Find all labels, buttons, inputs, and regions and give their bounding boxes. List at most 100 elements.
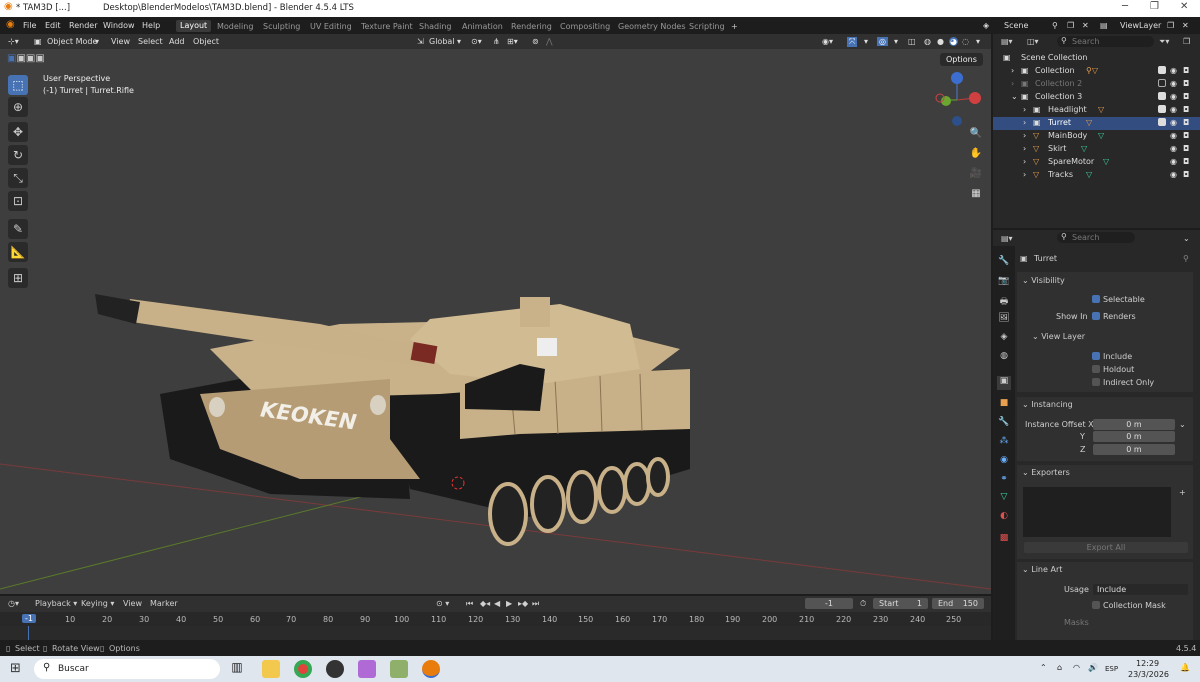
physics-tab-icon[interactable]: ◉ bbox=[997, 455, 1011, 469]
prev-keyframe-icon[interactable]: ◆◂ bbox=[480, 599, 490, 608]
outliner-editor-icon[interactable]: ▤▾ bbox=[1001, 37, 1013, 46]
new-collection-icon[interactable]: ❐ bbox=[1183, 37, 1190, 46]
world-tab-icon[interactable]: ◍ bbox=[997, 351, 1011, 365]
overlay-toggle-icon[interactable]: ◎ bbox=[877, 37, 888, 46]
perspective-toggle-icon[interactable]: ▦ bbox=[968, 188, 984, 204]
properties-search-input[interactable]: ⚲ Search bbox=[1057, 232, 1135, 243]
constraints-tab-icon[interactable]: ⚭ bbox=[997, 474, 1011, 488]
eye-icon[interactable]: ◉ bbox=[1170, 66, 1177, 75]
collection-tab-icon[interactable]: ▣ bbox=[997, 376, 1011, 390]
rendered-shading-icon[interactable]: ◌ bbox=[962, 37, 969, 46]
camera-view-icon[interactable]: 🎥 bbox=[968, 168, 984, 184]
outliner-row-collection[interactable]: › ▣ Collection ⚲▽ ◉ ◘ bbox=[993, 65, 1200, 78]
include-checkbox[interactable] bbox=[1158, 118, 1169, 127]
tab-sculpting[interactable]: Sculpting bbox=[263, 22, 300, 31]
record-icon[interactable]: ⊙ ▾ bbox=[436, 599, 449, 608]
move-tool-icon[interactable]: ✥ bbox=[8, 122, 28, 142]
render-tab-icon[interactable]: 📷 bbox=[997, 276, 1011, 290]
minimize-icon[interactable]: ─ bbox=[1122, 1, 1128, 12]
menu-file[interactable]: File bbox=[23, 21, 36, 30]
select-box-tool-icon[interactable]: ⬚ bbox=[8, 75, 28, 95]
visibility-icon[interactable]: ◉▾ bbox=[822, 37, 833, 46]
taskbar-search-input[interactable]: ⚲ Buscar bbox=[34, 659, 220, 679]
end-frame-field[interactable]: End 150 bbox=[932, 598, 984, 609]
timeline-editor-icon[interactable]: ◷▾ bbox=[8, 599, 19, 608]
network-icon[interactable]: ⌂ bbox=[1057, 663, 1062, 672]
texture-tab-icon[interactable]: ▩ bbox=[997, 533, 1011, 547]
selectable-checkbox[interactable]: Selectable bbox=[1092, 295, 1145, 304]
add-workspace-icon[interactable]: + bbox=[731, 22, 738, 31]
outliner-row-scene-collection[interactable]: ▣ Scene Collection bbox=[993, 52, 1200, 65]
tab-compositing[interactable]: Compositing bbox=[560, 22, 610, 31]
outliner-search-input[interactable]: ⚲ Search bbox=[1057, 36, 1154, 47]
camera-icon[interactable]: ◘ bbox=[1183, 170, 1189, 179]
menu-window[interactable]: Window bbox=[103, 21, 135, 30]
material-shading-icon[interactable]: ◕ bbox=[949, 37, 958, 46]
camera-icon[interactable]: ◘ bbox=[1183, 79, 1189, 88]
delete-view-layer-icon[interactable]: ✕ bbox=[1182, 21, 1189, 30]
jump-start-icon[interactable]: ⏮ bbox=[466, 599, 473, 609]
file-explorer-icon[interactable] bbox=[262, 660, 280, 678]
tab-rendering[interactable]: Rendering bbox=[511, 22, 552, 31]
tab-texture-paint[interactable]: Texture Paint bbox=[361, 22, 413, 31]
properties-options-icon[interactable]: ⌄ bbox=[1183, 234, 1190, 243]
keying-menu[interactable]: Keying ▾ bbox=[81, 599, 114, 608]
clock-time[interactable]: 12:29 bbox=[1136, 659, 1159, 668]
snap-icon[interactable]: ⋔ bbox=[493, 37, 500, 46]
playhead[interactable]: -1 bbox=[22, 614, 36, 623]
zoom-icon[interactable]: 🔍 bbox=[968, 128, 984, 144]
scene-icon[interactable]: ◈ bbox=[983, 21, 989, 30]
camera-icon[interactable]: ◘ bbox=[1183, 92, 1189, 101]
delete-scene-icon[interactable]: ✕ bbox=[1082, 21, 1089, 30]
tab-scripting[interactable]: Scripting bbox=[689, 22, 725, 31]
data-tab-icon[interactable]: ▽ bbox=[997, 492, 1011, 506]
output-tab-icon[interactable]: 🖶 bbox=[997, 294, 1011, 308]
menu-help[interactable]: Help bbox=[142, 21, 160, 30]
menu-edit[interactable]: Edit bbox=[45, 21, 61, 30]
instance-offset-y-field[interactable]: 0 m bbox=[1093, 431, 1175, 442]
current-frame-field[interactable]: -1 bbox=[805, 598, 853, 609]
tab-layout[interactable]: Layout bbox=[176, 20, 212, 32]
menu-add[interactable]: Add bbox=[169, 37, 185, 46]
menu-select[interactable]: Select bbox=[138, 37, 163, 46]
shading-chevron-icon[interactable]: ▾ bbox=[976, 37, 980, 46]
renders-checkbox[interactable]: Renders bbox=[1092, 312, 1136, 321]
app-icon-1[interactable] bbox=[326, 660, 344, 678]
view-layer-icon[interactable]: ▤ bbox=[1100, 21, 1108, 30]
proportional-edit-icon[interactable]: ⊚ bbox=[532, 37, 539, 46]
close-icon[interactable]: ✕ bbox=[1180, 1, 1188, 12]
collection-mask-checkbox[interactable]: Collection Mask bbox=[1092, 601, 1166, 610]
outliner-row-headlight[interactable]: › ▣ Headlight ▽ ◉ ◘ bbox=[993, 104, 1200, 117]
eye-icon[interactable]: ◉ bbox=[1170, 79, 1177, 88]
filter-icon[interactable]: ⏷▾ bbox=[1159, 37, 1169, 47]
eye-icon[interactable]: ◉ bbox=[1170, 157, 1177, 166]
outliner-row-skirt[interactable]: › ▽ Skirt ▽ ◉ ◘ bbox=[993, 143, 1200, 156]
playback-menu[interactable]: Playback ▾ bbox=[35, 599, 77, 608]
visibility-header[interactable]: ⌄ Visibility bbox=[1022, 276, 1065, 285]
notification-bell-icon[interactable]: 🔔 bbox=[1180, 663, 1190, 672]
instance-offset-z-field[interactable]: 0 m bbox=[1093, 444, 1175, 455]
add-exporter-icon[interactable]: + bbox=[1179, 488, 1186, 497]
scene-tab-icon[interactable]: ◈ bbox=[997, 332, 1011, 346]
camera-icon[interactable]: ◘ bbox=[1183, 144, 1189, 153]
tray-chevron-icon[interactable]: ⌃ bbox=[1040, 663, 1047, 672]
display-mode-icon[interactable]: ◫▾ bbox=[1027, 37, 1039, 46]
pan-hand-icon[interactable]: ✋ bbox=[968, 148, 984, 164]
start-frame-field[interactable]: Start 1 bbox=[873, 598, 928, 609]
clock-date[interactable]: 23/3/2026 bbox=[1128, 670, 1169, 679]
maximize-icon[interactable]: ❐ bbox=[1150, 1, 1159, 12]
menu-object[interactable]: Object bbox=[193, 37, 219, 46]
wifi-icon[interactable]: ◠ bbox=[1073, 663, 1080, 672]
outliner-row-tracks[interactable]: › ▽ Tracks ▽ ◉ ◘ bbox=[993, 169, 1200, 182]
instancing-header[interactable]: ⌄ Instancing bbox=[1022, 400, 1073, 409]
camera-icon[interactable]: ◘ bbox=[1183, 131, 1189, 140]
line-art-header[interactable]: ⌄ Line Art bbox=[1022, 565, 1062, 574]
object-tab-icon[interactable]: ■ bbox=[997, 398, 1011, 412]
usage-select[interactable]: Include bbox=[1093, 584, 1188, 595]
include-checkbox[interactable] bbox=[1158, 66, 1169, 75]
timeline-ruler[interactable]: -1 10 20 30 40 50 60 70 80 90 100 110 12… bbox=[0, 612, 991, 626]
blender-taskbar-icon[interactable] bbox=[422, 660, 440, 678]
xray-icon[interactable]: ◫ bbox=[908, 37, 916, 46]
outliner-row-mainbody[interactable]: › ▽ MainBody ▽ ◉ ◘ bbox=[993, 130, 1200, 143]
new-view-layer-icon[interactable]: ❐ bbox=[1167, 21, 1174, 30]
